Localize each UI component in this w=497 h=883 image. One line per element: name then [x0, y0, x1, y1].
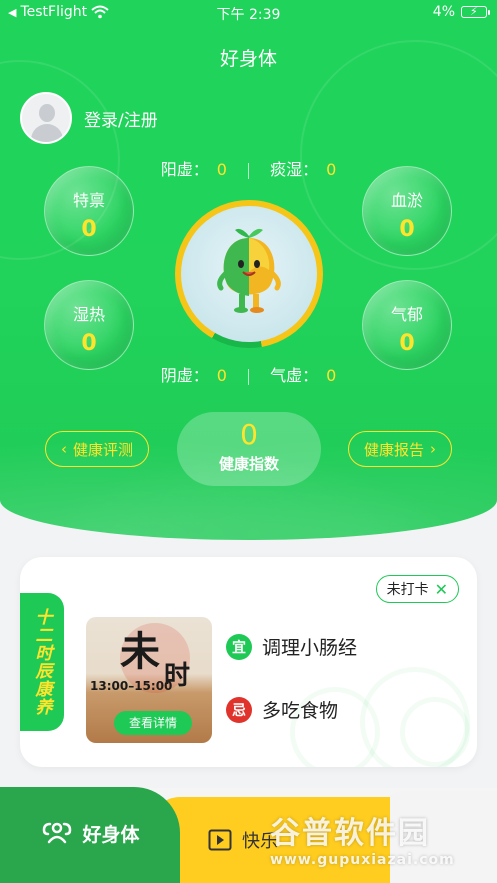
health-report-button[interactable]: 健康报告 ›: [348, 431, 452, 467]
yinxu-label: 阴虚：: [160, 366, 209, 385]
avoid-text: 多吃食物: [262, 700, 339, 722]
avatar[interactable]: [20, 92, 72, 144]
bubble-value: 0: [399, 331, 415, 356]
health-index-label: 健康指数: [218, 455, 279, 473]
battery-icon: ⚡: [461, 5, 490, 18]
bubble-name: 气郁: [390, 305, 423, 324]
tab-home-label: 好身体: [82, 823, 140, 846]
bubble-name: 血淤: [390, 191, 423, 210]
watermark-url: www.gupuxiazai.com: [270, 852, 455, 868]
qixu-label: 气虚：: [270, 366, 319, 385]
health-index-value: 0: [240, 418, 258, 451]
watermark-title: 谷普软件园: [270, 816, 430, 851]
yangxu-value: 0: [216, 160, 227, 179]
suitable-row: 宜 调理小肠经: [226, 633, 357, 660]
play-icon: [208, 829, 232, 851]
decor-ripple: [400, 697, 470, 767]
checkin-label: 未打卡: [386, 582, 429, 598]
status-bar: ◀ TestFlight 下午 2:39 4% ⚡: [0, 0, 497, 26]
page-title: 好身体: [219, 48, 277, 70]
shichen-time-range: 13:00–15:00: [90, 679, 173, 693]
bubble-value: 0: [399, 217, 415, 242]
login-entry[interactable]: 登录/注册: [20, 92, 158, 144]
tanshi-value: 0: [326, 160, 337, 179]
health-assessment-button[interactable]: ‹ 健康评测: [45, 431, 149, 467]
divider: [248, 162, 249, 179]
avoid-icon: 忌: [226, 696, 252, 723]
login-register-link[interactable]: 登录/注册: [84, 106, 158, 131]
bubble-name: 特禀: [72, 191, 105, 210]
suitable-text: 调理小肠经: [262, 637, 358, 659]
body-icon: [43, 822, 72, 844]
twelve-hours-card: 十二时辰康养 未打卡 ✕ 未 时 13:00–15:00 查看详情 宜 调理小肠…: [20, 557, 477, 767]
mascot-icon: [217, 228, 281, 313]
qixu-value: 0: [326, 366, 337, 385]
bottom-constitution-stats: 阴虚： 0 气虚： 0: [0, 362, 497, 386]
bubble-name: 湿热: [72, 305, 105, 324]
close-icon: ✕: [434, 579, 448, 599]
divider: [248, 368, 249, 385]
watermark: 谷普软件园 www.gupuxiazai.com: [270, 808, 497, 883]
chevron-right-icon: ›: [430, 440, 436, 458]
bubble-xueyu[interactable]: 血淤 0: [362, 166, 452, 256]
bubble-value: 0: [81, 217, 97, 242]
mascot-ring[interactable]: [175, 200, 323, 348]
chevron-left-icon: ‹: [60, 440, 67, 458]
avoid-row: 忌 多吃食物: [226, 696, 338, 723]
bubble-tebing[interactable]: 特禀 0: [44, 166, 134, 256]
shichen-image[interactable]: 未 时 13:00–15:00 查看详情: [86, 617, 212, 743]
view-details-button[interactable]: 查看详情: [114, 711, 192, 735]
checkin-chip[interactable]: 未打卡 ✕: [375, 575, 459, 603]
health-index[interactable]: 0 健康指数: [177, 412, 321, 486]
health-assessment-label: 健康评测: [72, 440, 133, 459]
battery-percent: 4%: [432, 4, 455, 20]
bubble-value: 0: [81, 331, 97, 356]
suitable-icon: 宜: [226, 633, 252, 660]
health-report-label: 健康报告: [363, 440, 424, 459]
card-side-title: 十二时辰康养: [20, 593, 64, 731]
clock: 下午 2:39: [216, 7, 281, 23]
mascot-frame: [181, 206, 317, 342]
yinxu-value: 0: [216, 366, 227, 385]
tanshi-label: 痰湿：: [270, 160, 319, 179]
yangxu-label: 阳虚：: [160, 160, 209, 179]
bubble-shire[interactable]: 湿热 0: [44, 280, 134, 370]
shichen-char-1: 未: [120, 628, 160, 675]
tab-home[interactable]: 好身体: [0, 787, 180, 883]
bubble-qiyu[interactable]: 气郁 0: [362, 280, 452, 370]
